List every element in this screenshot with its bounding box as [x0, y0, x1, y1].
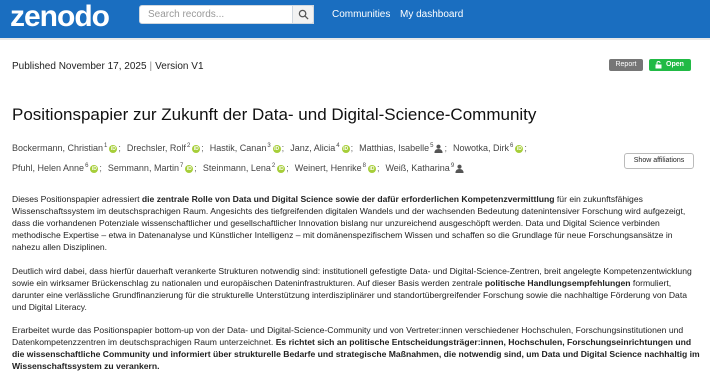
- creator-item[interactable]: Weinert, Henrike8 iD;: [295, 157, 380, 177]
- person-icon: [434, 144, 444, 154]
- creator-item[interactable]: Matthias, Isabelle5;: [359, 137, 447, 157]
- creator-name[interactable]: Pfuhl, Helen Anne: [12, 163, 84, 173]
- search-button[interactable]: [292, 5, 314, 24]
- report-button[interactable]: Report: [609, 59, 643, 71]
- nav-communities[interactable]: Communities: [332, 9, 390, 20]
- creator-separator: ;: [201, 143, 204, 153]
- p1-text-bold: die zentrale Rolle von Data und Digital …: [141, 194, 555, 204]
- affiliation-number: 6: [85, 163, 89, 169]
- creator-name[interactable]: Matthias, Isabelle: [359, 143, 429, 153]
- search-input[interactable]: Search records...: [139, 5, 314, 24]
- creator-name[interactable]: Nowotka, Dirk: [453, 143, 509, 153]
- creator-separator: ;: [194, 163, 197, 173]
- creator-separator: ;: [524, 143, 527, 153]
- creator-name[interactable]: Hastik, Canan: [210, 143, 267, 153]
- orcid-icon[interactable]: iD: [192, 144, 201, 153]
- creator-name[interactable]: Steinmann, Lena: [203, 163, 271, 173]
- orcid-icon[interactable]: iD: [277, 164, 286, 173]
- creator-item[interactable]: Nowotka, Dirk6 iD;: [453, 137, 527, 157]
- orcid-icon[interactable]: iD: [367, 164, 376, 173]
- affiliation-number: 6: [510, 143, 514, 149]
- creator-name[interactable]: Semmann, Martin: [108, 163, 179, 173]
- creator-item[interactable]: Hastik, Canan3 iD;: [210, 137, 284, 157]
- affiliation-number: 8: [362, 163, 366, 169]
- creator-separator: ;: [350, 143, 354, 153]
- nav-my-dashboard[interactable]: My dashboard: [400, 9, 463, 20]
- affiliation-number: 5: [430, 143, 434, 149]
- top-navigation-bar: zenodo Search records... Communities My …: [0, 0, 710, 38]
- show-affiliations-button[interactable]: Show affiliations: [624, 153, 694, 169]
- creator-separator: ;: [376, 163, 380, 173]
- creator-item[interactable]: Janz, Alicia4 iD;: [290, 137, 353, 157]
- creator-separator: ;: [444, 143, 447, 153]
- affiliation-number: 3: [267, 143, 271, 149]
- affiliation-number: 4: [336, 143, 340, 149]
- affiliation-number: 7: [179, 163, 184, 169]
- published-date: Published November 17, 2025: [12, 61, 147, 72]
- creators-list: Bockermann, Christian1 iD; Drechsler, Rolf…: [12, 137, 602, 177]
- unlock-icon: [655, 61, 662, 69]
- creator-separator: ;: [281, 143, 285, 153]
- separator: |: [149, 61, 153, 72]
- creator-name[interactable]: Weiß, Katharina: [385, 163, 449, 173]
- publication-info: Published November 17, 2025 | Version V1: [12, 61, 204, 72]
- orcid-icon[interactable]: iD: [90, 164, 99, 173]
- version-label: Version V1: [155, 61, 204, 72]
- record-title: Positionspapier zur Zukunft der Data- un…: [12, 105, 537, 124]
- creator-item[interactable]: Drechsler, Rolf2 iD;: [127, 137, 204, 157]
- creator-name[interactable]: Drechsler, Rolf: [127, 143, 186, 153]
- p1-text-a: Dieses Positionspapier adressiert: [12, 194, 142, 204]
- orcid-icon[interactable]: iD: [185, 164, 194, 173]
- orcid-icon[interactable]: iD: [515, 144, 524, 153]
- description-paragraph-3: Erarbeitet wurde das Positionspapier bot…: [12, 324, 700, 372]
- orcid-icon[interactable]: iD: [341, 144, 350, 153]
- creator-name[interactable]: Weinert, Henrike: [295, 163, 362, 173]
- header-divider: [0, 38, 710, 40]
- description-paragraph-1: Dieses Positionspapier adressiert die ze…: [12, 193, 700, 253]
- orcid-icon[interactable]: iD: [272, 144, 281, 153]
- affiliation-number: 2: [186, 143, 191, 149]
- creator-item[interactable]: Steinmann, Lena2 iD;: [203, 157, 289, 177]
- description-paragraph-2: Deutlich wird dabei, dass hierfür dauerh…: [12, 265, 700, 313]
- open-label: Open: [666, 61, 684, 68]
- creator-name[interactable]: Bockermann, Christian: [12, 143, 103, 153]
- creator-name[interactable]: Janz, Alicia: [290, 143, 335, 153]
- zenodo-logo[interactable]: zenodo: [10, 2, 110, 32]
- creator-item[interactable]: Bockermann, Christian1 iD;: [12, 137, 121, 157]
- affiliation-number: 2: [271, 163, 276, 169]
- creator-item[interactable]: Weiß, Katharina9: [385, 157, 464, 177]
- open-access-button[interactable]: Open: [649, 59, 691, 71]
- creator-separator: ;: [286, 163, 289, 173]
- creator-item[interactable]: Pfuhl, Helen Anne6 iD;: [12, 157, 102, 177]
- orcid-icon[interactable]: iD: [109, 144, 118, 153]
- creator-item[interactable]: Semmann, Martin7 iD;: [108, 157, 197, 177]
- affiliation-number: 9: [450, 163, 455, 169]
- creator-separator: ;: [99, 163, 102, 173]
- person-icon: [455, 164, 464, 174]
- affiliation-number: 1: [104, 143, 108, 149]
- p2-text-bold: politische Handlungsempfehlungen: [484, 278, 631, 288]
- creator-separator: ;: [118, 143, 121, 153]
- search-icon: [298, 9, 309, 20]
